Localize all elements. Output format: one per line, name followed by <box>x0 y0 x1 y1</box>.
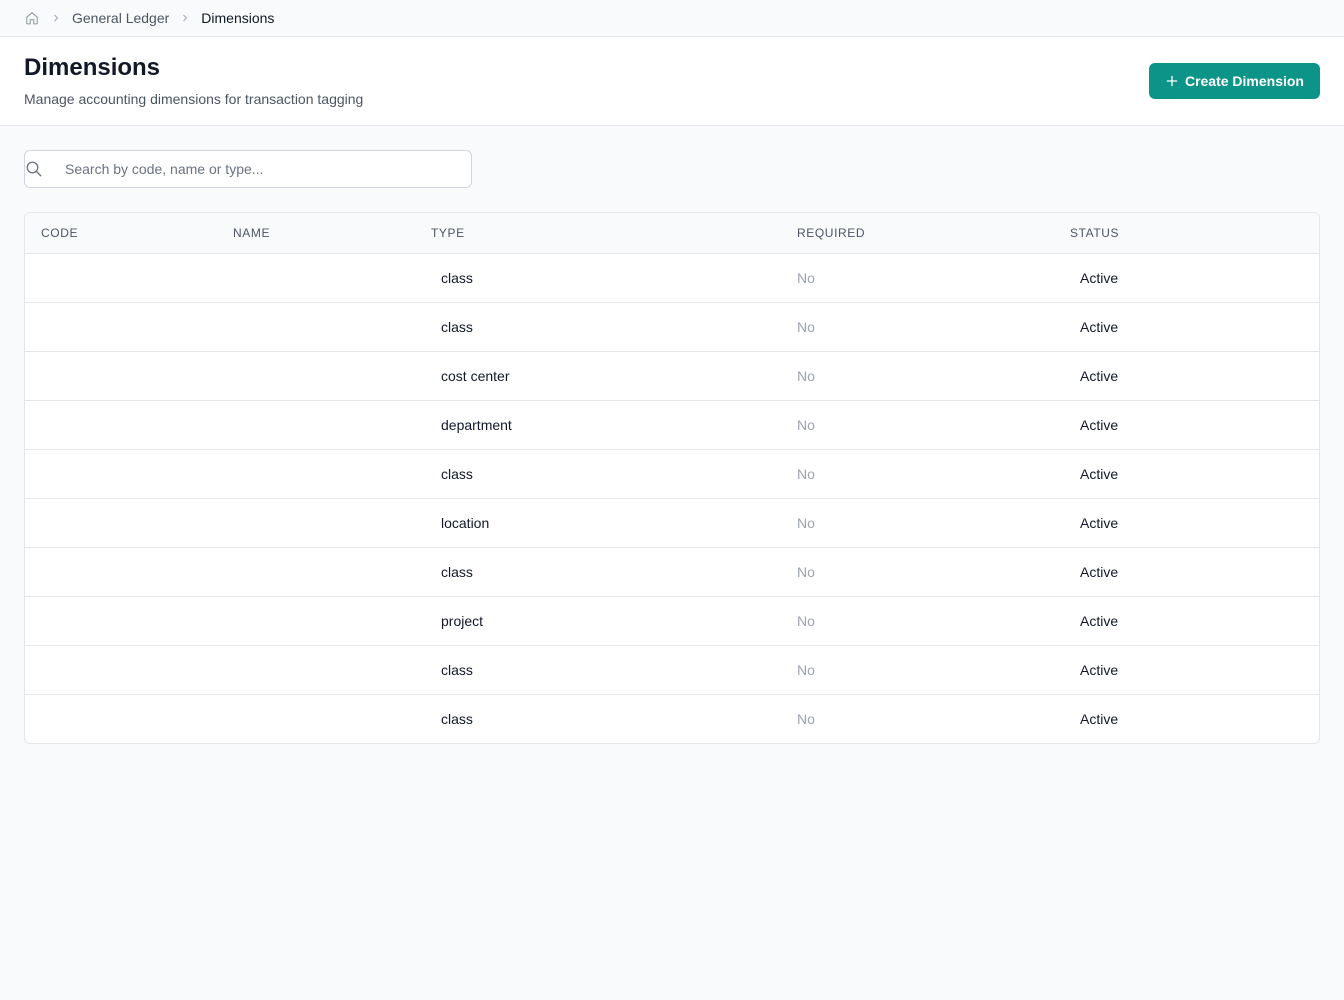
status-badge: Active <box>1080 515 1119 531</box>
cell-required: No <box>797 711 815 727</box>
search-icon <box>25 160 43 178</box>
table-header: CODE NAME TYPE REQUIRED STATUS <box>25 213 1319 254</box>
status-badge: Active <box>1080 613 1119 629</box>
cell-type: project <box>441 613 484 629</box>
cell-required: No <box>797 368 815 384</box>
cell-required: No <box>797 270 815 286</box>
table-row[interactable]: class No Active <box>25 646 1319 695</box>
column-header-required[interactable]: REQUIRED <box>797 226 865 240</box>
cell-type: class <box>441 319 473 335</box>
table-row[interactable]: class No Active <box>25 450 1319 499</box>
create-dimension-button[interactable]: Create Dimension <box>1148 63 1320 99</box>
plus-icon <box>1165 74 1179 88</box>
create-dimension-label: Create Dimension <box>1184 73 1304 89</box>
cell-type: class <box>441 711 473 727</box>
status-badge: Active <box>1080 319 1119 335</box>
column-header-status[interactable]: STATUS <box>1070 226 1119 240</box>
status-badge: Active <box>1080 662 1119 678</box>
cell-required: No <box>797 515 815 531</box>
cell-required: No <box>797 613 815 629</box>
breadcrumb-item-general-ledger[interactable]: General Ledger <box>72 10 169 26</box>
table-row[interactable]: project No Active <box>25 597 1319 646</box>
cell-type: class <box>441 564 473 580</box>
status-badge: Active <box>1080 564 1119 580</box>
table-row[interactable]: class No Active <box>25 254 1319 303</box>
cell-required: No <box>797 466 815 482</box>
dimensions-table: CODE NAME TYPE REQUIRED STATUS class No … <box>24 212 1320 744</box>
cell-type: class <box>441 662 473 678</box>
page-subtitle: Manage accounting dimensions for transac… <box>24 91 364 107</box>
status-badge: Active <box>1080 466 1119 482</box>
status-badge: Active <box>1080 417 1119 433</box>
status-badge: Active <box>1080 711 1119 727</box>
cell-type: class <box>441 466 473 482</box>
chevron-right-icon <box>48 10 64 26</box>
cell-required: No <box>797 662 815 678</box>
status-badge: Active <box>1080 270 1119 286</box>
table-row[interactable]: class No Active <box>25 303 1319 352</box>
breadcrumb-item-dimensions: Dimensions <box>201 10 275 26</box>
cell-type: location <box>441 515 490 531</box>
page-header: Dimensions Manage accounting dimensions … <box>0 37 1344 126</box>
status-badge: Active <box>1080 368 1119 384</box>
cell-required: No <box>797 564 815 580</box>
table-row[interactable]: class No Active <box>25 695 1319 743</box>
column-header-code[interactable]: CODE <box>41 226 78 240</box>
table-row[interactable]: class No Active <box>25 548 1319 597</box>
search-box <box>24 150 472 188</box>
search-input[interactable] <box>65 151 465 187</box>
chevron-right-icon <box>177 10 193 26</box>
breadcrumb: General Ledger Dimensions <box>0 0 1344 37</box>
cell-type: department <box>441 417 512 433</box>
cell-required: No <box>797 319 815 335</box>
table-row[interactable]: cost center No Active <box>25 352 1319 401</box>
column-header-name[interactable]: NAME <box>233 226 270 240</box>
cell-type: class <box>441 270 473 286</box>
cell-type: cost center <box>441 368 510 384</box>
table-row[interactable]: department No Active <box>25 401 1319 450</box>
home-icon[interactable] <box>24 10 40 26</box>
column-header-type[interactable]: TYPE <box>431 226 465 240</box>
cell-required: No <box>797 417 815 433</box>
page-title: Dimensions <box>24 54 161 81</box>
table-row[interactable]: location No Active <box>25 499 1319 548</box>
